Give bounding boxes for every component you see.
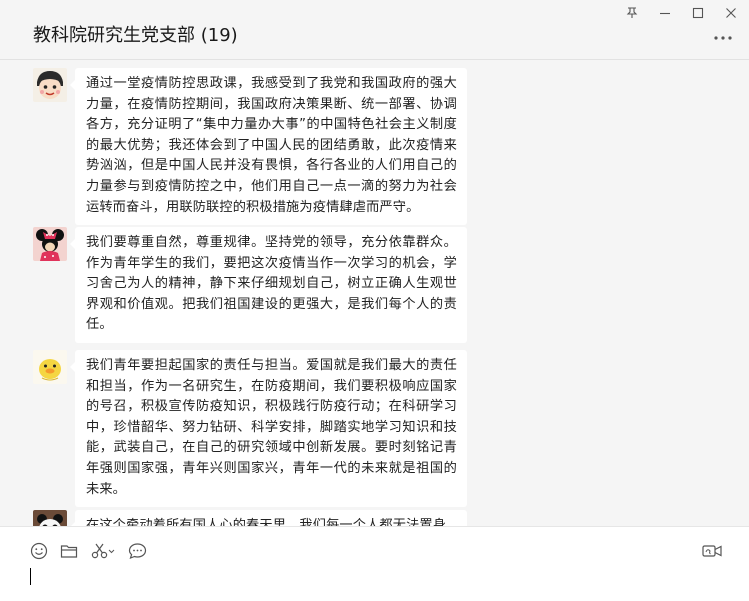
chat-title: 教科院研究生党支部 (19)	[33, 25, 238, 46]
input-area	[0, 526, 749, 601]
message-bubble[interactable]: 我们要尊重自然，尊重规律。坚持党的领导，充分依靠群众。作为青年学生的我们，要把这…	[70, 227, 467, 343]
avatar-panda	[33, 510, 67, 526]
scissors-icon[interactable]	[89, 541, 117, 561]
video-call-icon[interactable]	[700, 541, 724, 561]
pin-icon[interactable]	[617, 4, 647, 22]
avatar[interactable]	[33, 227, 67, 261]
chat-bubble-icon[interactable]	[126, 541, 148, 561]
avatar-minnie	[33, 227, 67, 261]
close-icon[interactable]	[716, 4, 746, 22]
emoji-icon[interactable]	[28, 541, 50, 561]
text-caret	[30, 568, 31, 585]
minimize-icon[interactable]	[650, 4, 680, 22]
message-bubble[interactable]: 我们青年要担起国家的责任与担当。爱国就是我们最大的责任和担当，作为一名研究生，在…	[70, 350, 467, 508]
avatar-cartoon-face	[33, 68, 67, 102]
avatar-yellow-duck	[33, 350, 67, 384]
avatar[interactable]	[33, 350, 67, 384]
maximize-icon[interactable]	[683, 4, 713, 22]
message-list[interactable]: 通过一堂疫情防控思政课，我感受到了我党和我国政府的强大力量，在疫情防控期间，我国…	[0, 60, 749, 526]
folder-icon[interactable]	[58, 541, 80, 561]
message-bubble[interactable]: 在这个牵动着所有国人心的春天里，我们每一个人都无法置身	[70, 510, 467, 526]
message-input[interactable]	[30, 565, 724, 597]
more-icon[interactable]	[711, 28, 735, 48]
chat-window: 教科院研究生党支部 (19) 通过一堂疫情防控思政课，我感受到了我党和我国政府的…	[0, 0, 749, 601]
avatar[interactable]	[33, 68, 67, 102]
title-bar: 教科院研究生党支部 (19)	[0, 0, 749, 60]
message-bubble[interactable]: 通过一堂疫情防控思政课，我感受到了我党和我国政府的强大力量，在疫情防控期间，我国…	[70, 68, 467, 226]
avatar[interactable]	[33, 510, 67, 526]
